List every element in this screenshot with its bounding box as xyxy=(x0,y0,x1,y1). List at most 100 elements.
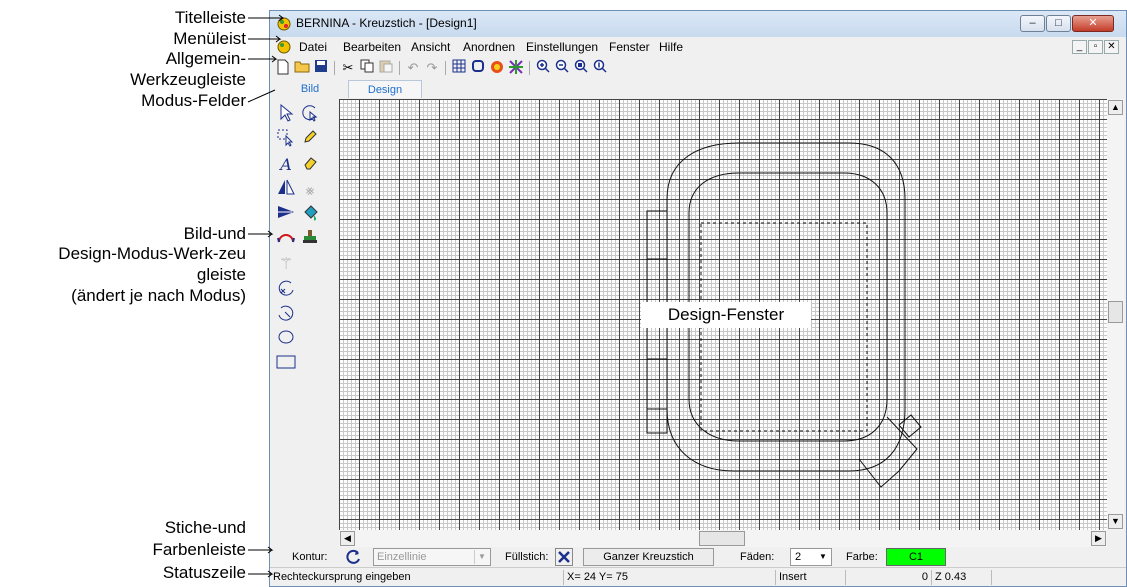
kontur-select[interactable]: Einzellinie ▼ xyxy=(373,548,491,566)
grid-icon[interactable] xyxy=(450,59,468,77)
kontur-label: Kontur: xyxy=(292,551,328,563)
pencil-icon[interactable] xyxy=(299,129,321,151)
menu-datei[interactable]: Datei xyxy=(299,40,327,54)
menu-bearbeiten[interactable]: Bearbeiten xyxy=(343,40,401,54)
kontur-select-value: Einzellinie xyxy=(377,551,427,563)
annotation-titelleiste: Titelleiste xyxy=(174,8,246,27)
status-coordinates: X= 24 Y= 75 xyxy=(563,570,775,585)
minimize-button[interactable]: – xyxy=(1020,15,1045,32)
magic-wand-icon[interactable]: ⚚ xyxy=(275,254,297,276)
chevron-down-icon: ▼ xyxy=(819,552,827,561)
copy-icon[interactable] xyxy=(358,59,376,77)
faeden-label: Fäden: xyxy=(740,551,775,563)
mdi-close-button[interactable]: ✕ xyxy=(1104,40,1119,54)
select-arrow-icon[interactable] xyxy=(275,103,297,126)
menu-fenster[interactable]: Fenster xyxy=(609,40,650,54)
window-title: BERNINA - Kreuzstich - [Design1] xyxy=(296,16,477,30)
farbe-label: Farbe: xyxy=(846,551,878,563)
menu-anordnen[interactable]: Anordnen xyxy=(463,40,515,54)
annotation-modus-felder: Modus-Felder xyxy=(141,91,246,110)
color-swatch-c1[interactable]: C1 xyxy=(886,548,946,566)
design-window-label: Design-Fenster xyxy=(641,302,811,328)
stamp-icon[interactable] xyxy=(299,229,321,251)
bernina-app-icon xyxy=(276,16,292,32)
fill-stitch-x-icon[interactable] xyxy=(555,548,573,566)
toolbar-separator xyxy=(529,61,530,75)
zoom-100-icon[interactable] xyxy=(591,59,609,77)
toolbar-separator xyxy=(334,61,335,75)
reshape-icon[interactable] xyxy=(299,104,321,126)
tab-design[interactable]: Design xyxy=(348,80,422,98)
open-icon[interactable] xyxy=(293,59,311,77)
rotate-right-icon[interactable] xyxy=(275,304,297,326)
scroll-left-arrow[interactable]: ◀ xyxy=(340,531,355,546)
application-window: BERNINA - Kreuzstich - [Design1] – □ ✕ D… xyxy=(269,10,1127,587)
menu-bar: Datei Bearbeiten Ansicht Anordnen Einste… xyxy=(270,37,1126,57)
mode-toolbox: A ⨳ ⚚ xyxy=(270,99,339,547)
status-message: Rechteckursprung eingeben xyxy=(273,571,411,583)
annotation-allgemein-1: Allgemein- xyxy=(165,49,246,68)
lasso-select-icon[interactable] xyxy=(275,129,297,151)
design-canvas[interactable]: Design-Fenster xyxy=(339,99,1107,530)
save-icon[interactable] xyxy=(312,59,330,77)
faeden-select-value: 2 xyxy=(795,551,802,563)
horizontal-scrollbar[interactable]: ◀ ▶ xyxy=(339,530,1107,547)
cut-icon[interactable]: ✂ xyxy=(339,59,357,77)
maximize-button[interactable]: □ xyxy=(1046,15,1071,32)
annotation-menueleiste: Menüleist xyxy=(173,29,246,48)
mirror-icon[interactable] xyxy=(275,179,297,201)
zoom-out-icon[interactable] xyxy=(553,59,571,77)
menu-hilfe[interactable]: Hilfe xyxy=(659,40,683,54)
hoop-icon[interactable] xyxy=(469,59,487,77)
annotation-allgemein-2: Werkzeugleiste xyxy=(130,70,246,89)
general-toolbar: ✂ ↶ ↷ xyxy=(270,57,1126,79)
document-icon[interactable] xyxy=(276,39,292,55)
scroll-right-arrow[interactable]: ▶ xyxy=(1091,531,1106,546)
eraser-icon[interactable] xyxy=(299,154,321,176)
straight-line-icon[interactable] xyxy=(275,204,297,226)
annotation-stiche-1: Stiche-und xyxy=(164,518,246,537)
status-count: 0 xyxy=(845,570,931,585)
status-bar: Rechteckursprung eingeben X= 24 Y= 75 In… xyxy=(270,567,1126,586)
redo-icon[interactable]: ↷ xyxy=(423,59,441,77)
color-icon[interactable] xyxy=(488,59,506,77)
status-zoom: Z 0.43 xyxy=(931,570,991,585)
menu-einstellungen[interactable]: Einstellungen xyxy=(526,40,598,54)
title-bar[interactable]: BERNINA - Kreuzstich - [Design1] – □ ✕ xyxy=(270,11,1126,37)
mdi-minimize-button[interactable]: _ xyxy=(1072,40,1087,54)
fuellstich-label: Füllstich: xyxy=(505,551,549,563)
lettering-icon[interactable]: A xyxy=(275,154,297,176)
annotation-bild-design-2: Design-Modus-Werk-zeu xyxy=(58,244,246,263)
paste-icon[interactable] xyxy=(377,59,395,77)
status-mode: Insert xyxy=(775,570,845,585)
pattern-icon[interactable] xyxy=(507,59,525,77)
outline-stitch-icon[interactable] xyxy=(346,549,362,565)
faeden-select[interactable]: 2 ▼ xyxy=(790,548,832,566)
vertical-scroll-thumb[interactable] xyxy=(1108,301,1123,323)
tab-bild[interactable]: Bild xyxy=(274,80,346,98)
ellipse-icon[interactable] xyxy=(275,329,297,351)
zoom-fit-icon[interactable] xyxy=(572,59,590,77)
full-cross-button[interactable]: Ganzer Kreuzstich xyxy=(583,548,714,566)
rectangle-icon[interactable] xyxy=(275,354,297,376)
stitch-color-bar: Kontur: Einzellinie ▼ Füllstich: Ganzer … xyxy=(270,547,1126,567)
annotation-bild-design-4: (ändert je nach Modus) xyxy=(71,286,246,305)
undo-icon[interactable]: ↶ xyxy=(404,59,422,77)
vertical-scrollbar[interactable]: ▲ ▼ xyxy=(1107,99,1124,530)
scroll-up-arrow[interactable]: ▲ xyxy=(1108,100,1123,115)
fill-bucket-icon[interactable] xyxy=(299,204,321,226)
scroll-down-arrow[interactable]: ▼ xyxy=(1108,514,1123,529)
mdi-restore-button[interactable]: ▫ xyxy=(1088,40,1103,54)
chevron-down-icon: ▼ xyxy=(474,550,489,564)
toolbar-separator xyxy=(445,61,446,75)
close-button[interactable]: ✕ xyxy=(1072,15,1114,32)
curve-arrow-icon[interactable] xyxy=(275,229,297,251)
annotation-stiche-2: Farbenleiste xyxy=(152,540,246,559)
mode-tabs: Bild Design xyxy=(270,79,1126,99)
rotate-left-icon[interactable] xyxy=(275,279,297,301)
horizontal-scroll-thumb[interactable] xyxy=(699,531,745,546)
cross-pattern-icon[interactable]: ⨳ xyxy=(299,179,321,201)
menu-ansicht[interactable]: Ansicht xyxy=(411,40,450,54)
new-icon[interactable] xyxy=(274,59,292,77)
zoom-in-icon[interactable] xyxy=(534,59,552,77)
